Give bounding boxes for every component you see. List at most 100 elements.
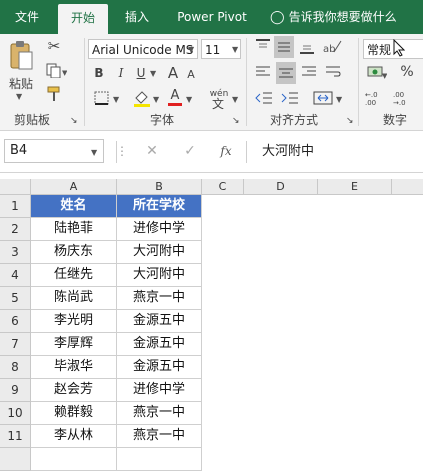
copy-icon[interactable]: ▼	[44, 62, 68, 82]
font-size-dropdown-icon[interactable]: ▼	[232, 45, 238, 54]
cell-name[interactable]: 陈尚武	[31, 287, 117, 310]
column-header-e[interactable]: E	[318, 179, 392, 195]
header-cell-school[interactable]: 所在学校	[117, 195, 202, 218]
align-right-icon[interactable]	[300, 64, 318, 84]
paste-button[interactable]	[8, 40, 34, 74]
font-group-label: 字体	[150, 113, 175, 127]
alignment-launcher-icon[interactable]: ↘	[346, 113, 354, 129]
column-header-b[interactable]: B	[117, 179, 202, 195]
name-box-dropdown-icon[interactable]: ▼	[91, 148, 97, 157]
cell-school[interactable]: 金源五中	[117, 356, 202, 379]
cell-school[interactable]: 燕京一中	[117, 287, 202, 310]
increase-indent-icon[interactable]	[280, 90, 300, 110]
cancel-icon[interactable]: ✕	[144, 143, 160, 159]
insert-function-button[interactable]: fx	[216, 143, 236, 159]
header-cell-name[interactable]: 姓名	[31, 195, 117, 218]
row-header[interactable]: 5	[0, 287, 31, 310]
format-painter-icon[interactable]	[44, 86, 64, 106]
tab-power-pivot[interactable]: Power Pivot	[170, 0, 254, 34]
cell-name[interactable]: 李光明	[31, 310, 117, 333]
formula-bar-grip-icon[interactable]: ⋮	[116, 143, 128, 159]
align-left-icon[interactable]	[254, 64, 272, 84]
borders-icon[interactable]	[92, 90, 112, 110]
cell[interactable]	[31, 448, 117, 471]
orientation-icon[interactable]: ab	[322, 38, 342, 58]
cell-school[interactable]: 燕京一中	[117, 402, 202, 425]
cell-name[interactable]: 任继先	[31, 264, 117, 287]
cell-name[interactable]: 陆艳菲	[31, 218, 117, 241]
cell-name[interactable]: 杨庆东	[31, 241, 117, 264]
bottom-align-icon[interactable]	[298, 38, 316, 58]
clipboard-launcher-icon[interactable]: ↘	[70, 113, 78, 129]
cut-icon[interactable]: ✂	[44, 38, 64, 54]
paste-dropdown-icon[interactable]: ▼	[16, 92, 22, 101]
merge-center-icon[interactable]	[312, 90, 334, 110]
cell-school[interactable]: 燕京一中	[117, 425, 202, 448]
increase-decimal-icon[interactable]: ←.0.00	[364, 90, 388, 112]
formula-input[interactable]: 大河附中	[262, 141, 314, 163]
cell-school[interactable]: 进修中学	[117, 379, 202, 402]
decrease-indent-icon[interactable]	[254, 90, 274, 110]
row-header[interactable]: 2	[0, 218, 31, 241]
accounting-format-icon[interactable]: ▼	[366, 64, 388, 84]
cell-school[interactable]: 大河附中	[117, 241, 202, 264]
name-box[interactable]: B4	[4, 139, 104, 163]
cell-name[interactable]: 赵会芳	[31, 379, 117, 402]
cell-school[interactable]: 大河附中	[117, 264, 202, 287]
cell-name[interactable]: 李厚辉	[31, 333, 117, 356]
align-center-icon[interactable]	[276, 62, 296, 84]
lightbulb-icon: ◯	[270, 10, 285, 25]
font-name-dropdown-icon[interactable]: ▼	[188, 45, 194, 54]
row-header[interactable]: 7	[0, 333, 31, 356]
borders-dropdown-icon[interactable]: ▼	[113, 95, 119, 104]
column-header-a[interactable]: A	[31, 179, 117, 195]
top-align-icon[interactable]	[254, 38, 272, 58]
font-color-dropdown-icon[interactable]: ▼	[186, 95, 192, 104]
select-all-corner[interactable]	[0, 179, 31, 195]
column-header-c[interactable]: C	[202, 179, 244, 195]
tab-insert[interactable]: 插入	[116, 0, 158, 34]
row-header[interactable]	[0, 448, 31, 471]
cell-name[interactable]: 赖群毅	[31, 402, 117, 425]
cell-school[interactable]: 进修中学	[117, 218, 202, 241]
tab-file[interactable]: 文件	[6, 0, 48, 34]
cell-school[interactable]: 金源五中	[117, 333, 202, 356]
cell-school[interactable]: 金源五中	[117, 310, 202, 333]
italic-button[interactable]: I	[115, 65, 127, 81]
middle-align-icon[interactable]	[274, 36, 294, 58]
shrink-font-icon[interactable]: A	[184, 67, 198, 83]
column-header-d[interactable]: D	[244, 179, 318, 195]
formula-bar: B4 ▼ ⋮ ✕ ✓ fx 大河附中	[0, 131, 423, 173]
row-header[interactable]: 8	[0, 356, 31, 379]
svg-text:ab: ab	[323, 44, 335, 54]
tell-me-search[interactable]: ◯ 告诉我你想要做什么	[270, 0, 397, 34]
phonetic-dropdown-icon[interactable]: ▼	[232, 95, 238, 104]
row-header[interactable]: 6	[0, 310, 31, 333]
font-color-button[interactable]: A	[168, 88, 182, 106]
column-header-f[interactable]	[392, 179, 423, 195]
tab-home[interactable]: 开始	[58, 4, 108, 34]
cell-name[interactable]: 李从林	[31, 425, 117, 448]
font-name-select[interactable]: Arial Unicode MS	[88, 39, 198, 59]
row-header[interactable]: 4	[0, 264, 31, 287]
cell[interactable]	[117, 448, 202, 471]
merge-dropdown-icon[interactable]: ▼	[336, 95, 342, 104]
grow-font-icon[interactable]: A	[165, 65, 181, 81]
cell-name[interactable]: 毕淑华	[31, 356, 117, 379]
row-header[interactable]: 1	[0, 195, 31, 218]
decrease-decimal-icon[interactable]: .00 →.0	[392, 90, 416, 112]
row-header[interactable]: 3	[0, 241, 31, 264]
wrap-text-icon[interactable]	[324, 64, 342, 84]
bold-button[interactable]: B	[93, 65, 105, 81]
fill-color-icon[interactable]	[132, 89, 152, 111]
percent-button[interactable]: %	[398, 64, 416, 80]
enter-icon[interactable]: ✓	[182, 143, 198, 159]
empty-sheet-area[interactable]	[202, 195, 423, 444]
underline-button[interactable]: U	[135, 65, 147, 81]
row-header[interactable]: 9	[0, 379, 31, 402]
font-launcher-icon[interactable]: ↘	[232, 113, 240, 129]
fill-color-dropdown-icon[interactable]: ▼	[153, 95, 159, 104]
row-header[interactable]: 10	[0, 402, 31, 425]
underline-dropdown-icon[interactable]: ▼	[150, 69, 156, 78]
row-header[interactable]: 11	[0, 425, 31, 448]
